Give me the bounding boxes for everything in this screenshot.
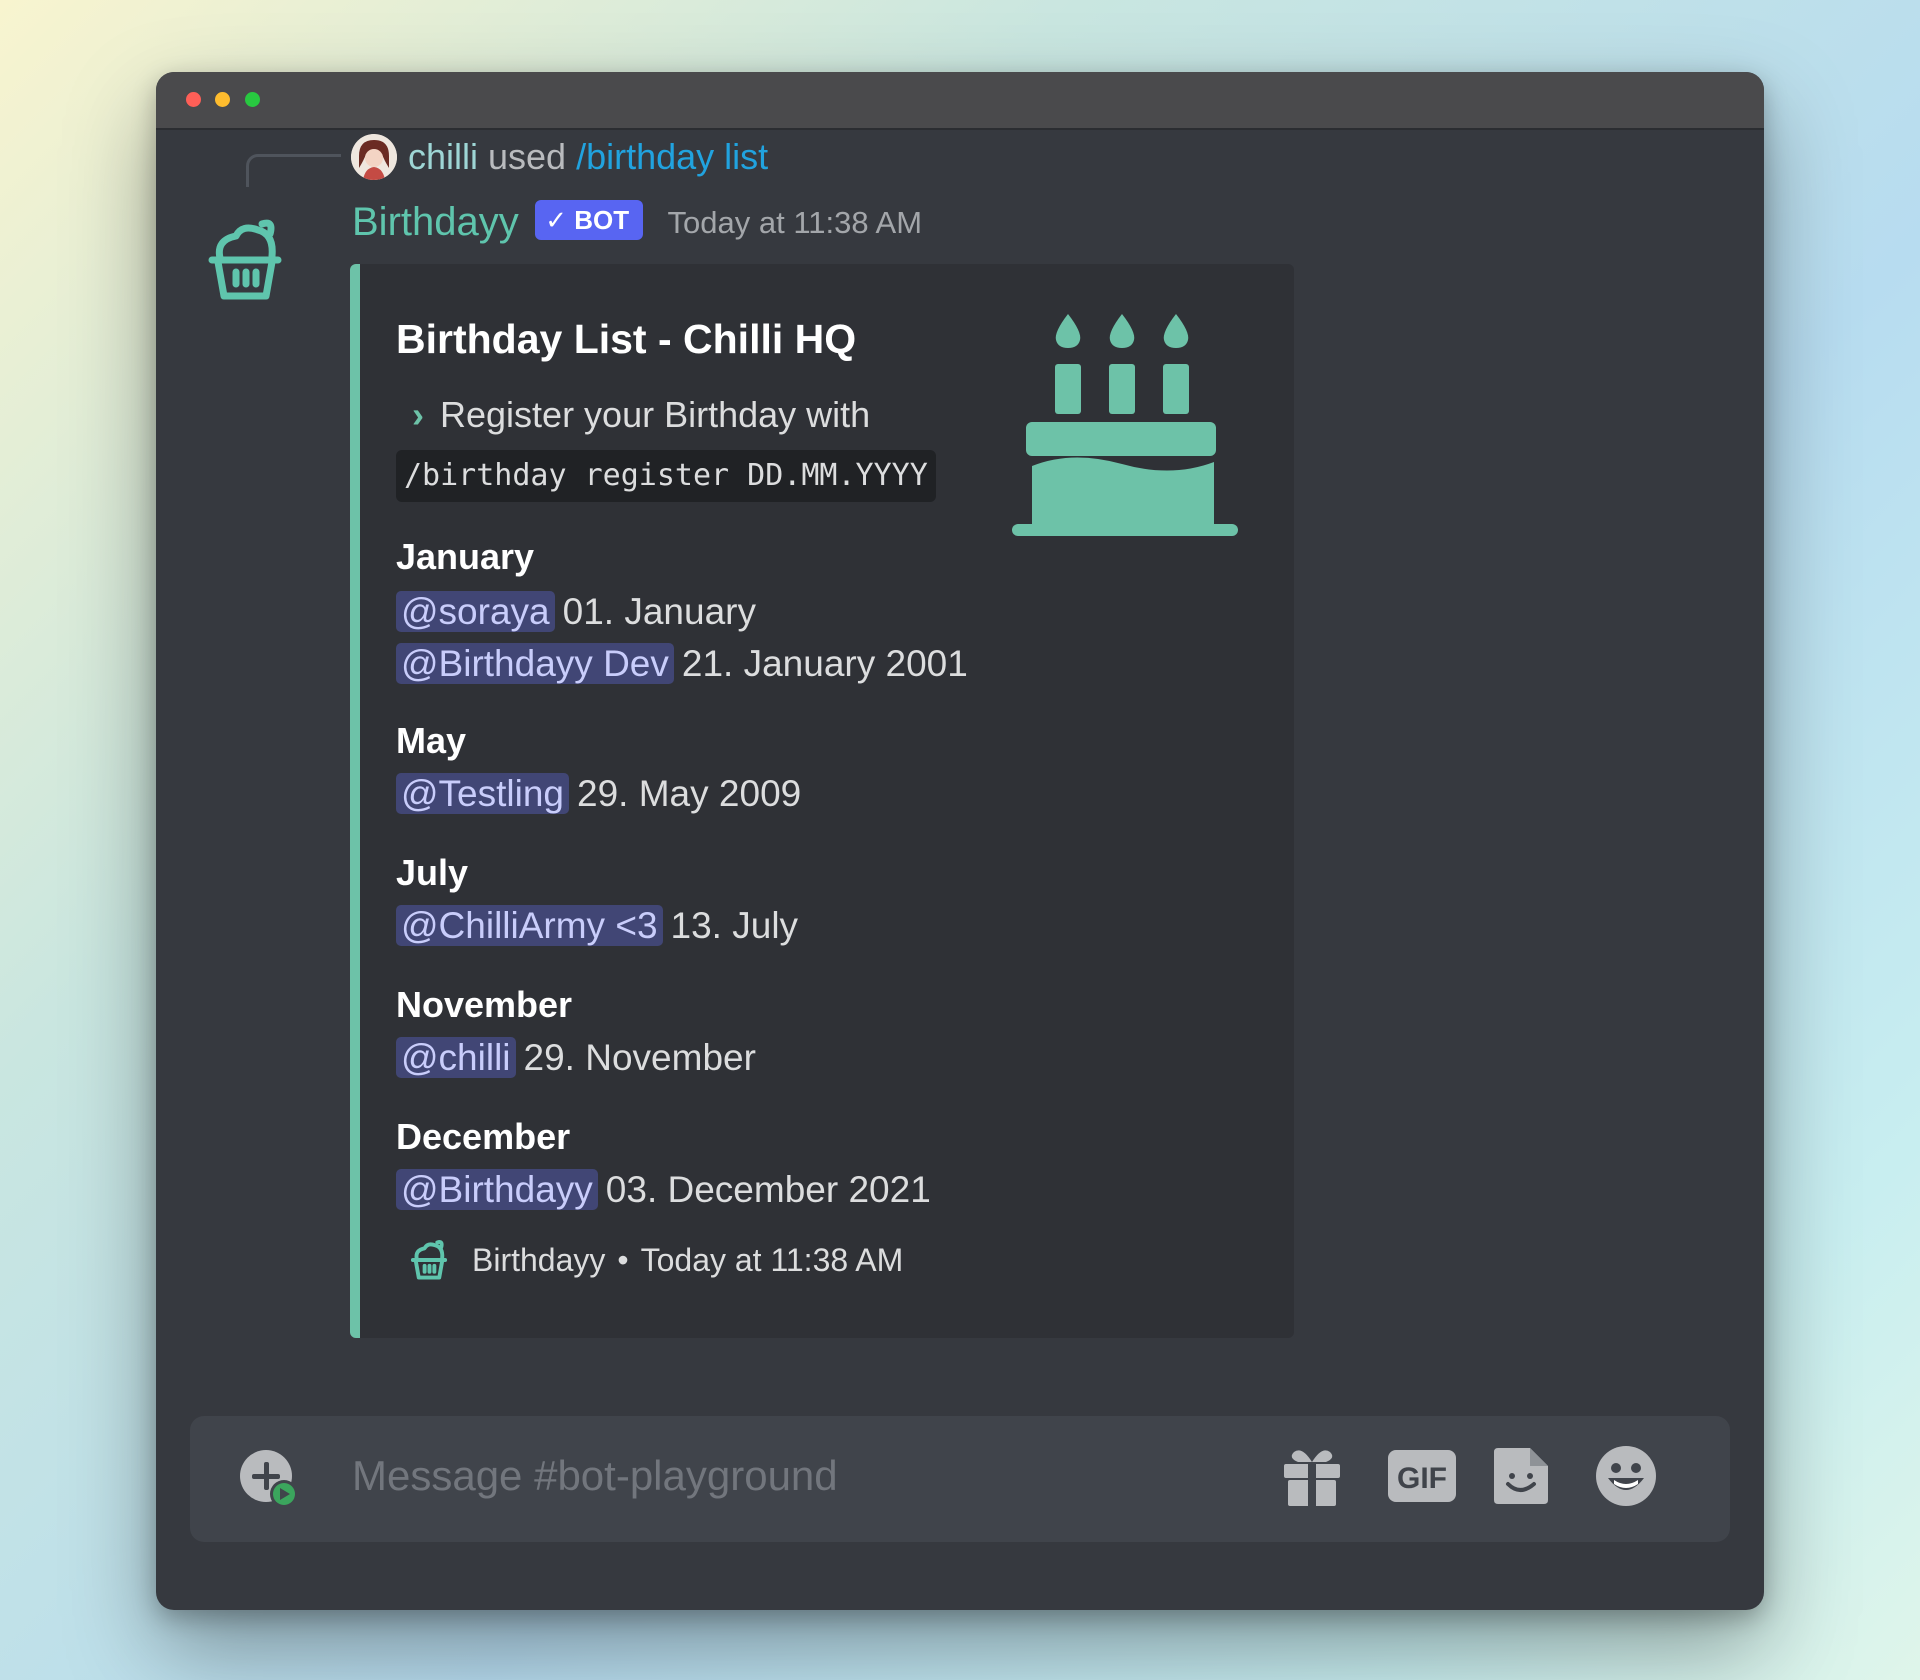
message-timestamp[interactable]: Today at 11:38 AM <box>668 205 922 240</box>
month-heading-july: July <box>396 852 469 893</box>
app-window: chilli used /birthday list Birthdayy ✓ B… <box>156 72 1764 1610</box>
bot-username[interactable]: Birthdayy <box>352 200 519 244</box>
maximize-window-button[interactable] <box>245 92 260 107</box>
birthday-date: 01. January <box>562 591 756 632</box>
user-mention[interactable]: @Birthdayy <box>396 1169 598 1210</box>
reply-used-text: used <box>478 136 577 177</box>
birthday-cake-icon <box>1010 314 1240 544</box>
birthday-entry: @Birthdayy 03. December 2021 <box>396 1166 931 1214</box>
user-mention[interactable]: @soraya <box>396 591 555 632</box>
close-window-button[interactable] <box>186 92 201 107</box>
register-text: Register your Birthday with <box>440 394 871 435</box>
user-mention[interactable]: @Testling <box>396 773 570 814</box>
birthday-entry: @Testling 29. May 2009 <box>396 770 801 818</box>
birthday-entry: @soraya 01. January <box>396 588 756 636</box>
birthday-date: 29. November <box>523 1037 756 1078</box>
birthday-entry: @chilli 29. November <box>396 1034 756 1082</box>
birthday-date: 21. January 2001 <box>681 643 968 684</box>
month-heading-january: January <box>396 536 535 577</box>
footer-time: Today at 11:38 AM <box>640 1242 904 1278</box>
birthday-embed: Birthday List - Chilli HQ › Register your… <box>350 264 1294 1338</box>
reply-username[interactable]: chilli <box>408 136 478 177</box>
month-heading-november: November <box>396 984 573 1025</box>
birthday-date: 13. July <box>670 905 799 946</box>
gif-icon[interactable]: GIF <box>1386 1444 1458 1508</box>
reply-connector-line <box>246 154 341 187</box>
month-heading-may: May <box>396 720 467 761</box>
birthday-date: 03. December 2021 <box>605 1169 931 1210</box>
footer-separator: • <box>617 1242 629 1278</box>
user-mention[interactable]: @Birthdayy Dev <box>396 643 674 684</box>
gift-icon[interactable] <box>1280 1444 1344 1508</box>
svg-text:GIF: GIF <box>1397 1462 1447 1495</box>
cupcake-icon <box>408 1236 450 1284</box>
add-plus-circle-icon[interactable] <box>240 1450 300 1510</box>
message-header: Birthdayy ✓ BOT Today at 11:38 AM <box>352 199 922 245</box>
window-titlebar <box>156 72 1764 130</box>
bot-badge: ✓ BOT <box>535 199 644 240</box>
user-mention[interactable]: @chilli <box>396 1037 516 1078</box>
chevron-right-icon: › <box>412 394 424 435</box>
reply-command[interactable]: /birthday list <box>576 136 768 177</box>
cupcake-icon[interactable] <box>202 212 288 308</box>
register-instruction: › Register your Birthday with <box>412 394 870 436</box>
birthday-date: 29. May 2009 <box>577 773 802 814</box>
reply-context: chilli used /birthday list <box>408 134 768 180</box>
embed-footer: Birthdayy • Today at 11:38 AM <box>472 1242 903 1279</box>
reply-user-avatar[interactable] <box>351 134 397 180</box>
minimize-window-button[interactable] <box>215 92 230 107</box>
register-command-code: /birthday register DD.MM.YYYY <box>396 450 936 502</box>
birthday-entry: @ChilliArmy <3 13. July <box>396 902 798 950</box>
user-mention[interactable]: @ChilliArmy <3 <box>396 905 663 946</box>
emoji-smile-icon[interactable] <box>1594 1444 1658 1508</box>
footer-name: Birthdayy <box>472 1242 606 1278</box>
embed-title: Birthday List - Chilli HQ <box>396 316 857 362</box>
message-composer: Message #bot-playground GIF <box>190 1416 1730 1542</box>
message-input[interactable]: Message #bot-playground <box>352 1452 838 1500</box>
birthday-entry: @Birthdayy Dev 21. January 2001 <box>396 640 968 688</box>
month-heading-december: December <box>396 1116 571 1157</box>
sticker-icon[interactable] <box>1490 1444 1554 1508</box>
